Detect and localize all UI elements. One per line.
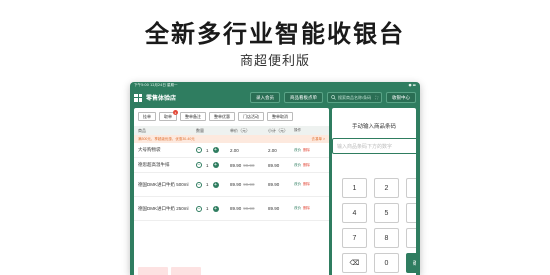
key-4[interactable]: 4 <box>342 203 367 223</box>
key-0[interactable]: 0 <box>374 253 399 273</box>
key-7[interactable]: 7 <box>342 228 367 248</box>
col-product: 商品 <box>138 127 146 133</box>
cart-table-header: 商品 数量 单价（元） 小计（元） 操作 <box>134 126 329 135</box>
item-subtotal: 89.90 <box>268 182 280 187</box>
key-1[interactable]: 1 <box>342 178 367 198</box>
pending-count-badge: 1 <box>173 110 178 115</box>
increase-button[interactable]: + <box>212 162 219 168</box>
numeric-keypad: 1 2 3 4 5 6 7 8 9 ⌫ 0 确定 <box>342 178 416 273</box>
delete-link[interactable]: 删除 <box>303 163 310 168</box>
item-orig-price: 99.90 <box>243 162 255 168</box>
order-note-button[interactable]: 整单备注 <box>180 112 206 121</box>
item-orig-price: 99.90 <box>243 182 255 187</box>
item-price: 2.00 <box>230 147 239 153</box>
item-qty: 1 <box>206 182 209 187</box>
key-5[interactable]: 5 <box>374 203 399 223</box>
cashier-center-button[interactable]: 收银中心 <box>386 92 416 103</box>
decrease-button[interactable]: − <box>196 147 202 153</box>
item-name: 大号购物袋 <box>138 147 161 152</box>
manual-entry-title: 手动输入商品条码 <box>351 124 396 130</box>
key-6[interactable]: 6 <box>406 203 416 223</box>
cancel-order-button[interactable]: 整单取消 <box>267 112 293 121</box>
item-qty: 1 <box>206 147 209 153</box>
item-price: 89.90 <box>230 162 242 168</box>
item-qty: 1 <box>206 206 209 211</box>
col-subtotal: 小计（元） <box>268 127 288 133</box>
item-price: 89.90 <box>230 206 242 211</box>
cart-row: 德国DMK进口牛奶 500ml −1 + 89.90 99.90 89.90 改价删… <box>134 173 329 197</box>
menu-grid-icon[interactable] <box>134 93 142 102</box>
col-price: 单价（元） <box>230 127 250 133</box>
status-icons: ● ▬ <box>408 83 416 87</box>
add-member-button[interactable]: 录入会员 <box>250 92 280 103</box>
promo-text: 满300元，享超级优惠，优惠30-40元 <box>138 136 195 141</box>
edit-price-link[interactable]: 改价 <box>294 206 301 211</box>
cart-row: 大号购物袋 −1 + 2.00 2.00 改价 删除 <box>134 143 329 158</box>
item-qty: 1 <box>206 162 209 168</box>
confirm-button[interactable]: 确定 <box>406 253 416 273</box>
app-bar: 零售体验店 录入会员 商品看板点单 搜索商品名称/条码 ⛶ 收银中心 <box>130 89 420 106</box>
item-name: 德国DMK进口牛奶 250ml <box>138 205 189 211</box>
item-subtotal: 89.90 <box>268 162 280 168</box>
col-ops: 操作 <box>294 128 301 132</box>
product-board-button[interactable]: 商品看板点单 <box>284 92 323 103</box>
barcode-input[interactable]: 输入商品条码下方的数字 <box>332 138 416 154</box>
increase-button[interactable]: + <box>212 147 219 153</box>
pos-device-screen: 下午5:00 12月24日 星期一 ● ▬ 零售体验店 录入会员 商品看板点单 … <box>130 82 420 275</box>
store-name: 零售体验店 <box>146 96 177 102</box>
col-qty: 数量 <box>196 127 204 133</box>
status-time: 下午5:00 12月24日 星期一 <box>134 83 178 87</box>
footer-button[interactable] <box>138 267 168 275</box>
cart-row: 德国DMK进口牛奶 250ml −1 + 89.90 99.90 89.90 改价删… <box>134 197 329 221</box>
delete-link[interactable]: 删除 <box>303 206 310 211</box>
backspace-icon[interactable]: ⌫ <box>342 253 367 273</box>
key-9[interactable]: 9 <box>406 228 416 248</box>
store-promo-button[interactable]: 门店活动 <box>238 112 264 121</box>
manual-entry-panel: 手动输入商品条码 输入商品条码下方的数字 1 2 3 4 5 6 7 8 9 ⌫… <box>332 108 416 275</box>
status-bar: 下午5:00 12月24日 星期一 ● ▬ <box>130 82 420 89</box>
promo-banner: 满300元，享超级优惠，优惠30-40元 去凑单 > <box>134 135 329 143</box>
retrieve-order-label: 取单 <box>164 113 172 119</box>
delete-link[interactable]: 删除 <box>303 148 310 153</box>
hold-order-button[interactable]: 挂单 <box>138 112 156 121</box>
key-3[interactable]: 3 <box>406 178 416 198</box>
item-name: 德国DMK进口牛奶 500ml <box>138 181 189 187</box>
increase-button[interactable]: + <box>212 181 219 188</box>
search-icon <box>331 95 336 100</box>
product-search-input[interactable]: 搜索商品名称/条码 ⛶ <box>327 92 382 103</box>
item-subtotal: 89.90 <box>268 206 280 211</box>
order-discount-button[interactable]: 整单优惠 <box>209 112 235 121</box>
key-8[interactable]: 8 <box>374 228 399 248</box>
increase-button[interactable]: + <box>212 205 219 212</box>
footer-button[interactable] <box>171 267 201 275</box>
edit-price-link[interactable]: 改价 <box>294 148 301 153</box>
retrieve-order-button[interactable]: 取单 1 <box>159 110 178 121</box>
decrease-button[interactable]: − <box>196 162 202 168</box>
search-placeholder: 搜索商品名称/条码 <box>338 94 372 100</box>
cart-panel: 挂单 取单 1 整单备注 整单优惠 门店活动 整单取消 商品 数量 单价（元） … <box>134 108 329 275</box>
decrease-button[interactable]: − <box>196 205 202 212</box>
decrease-button[interactable]: − <box>196 181 202 188</box>
subhead: 商超便利版 <box>239 53 310 68</box>
edit-price-link[interactable]: 改价 <box>294 182 301 187</box>
headline: 全新多行业智能收银台 <box>145 21 405 48</box>
cart-footer <box>138 267 201 275</box>
item-name: 德思超高温牛排 <box>138 162 170 167</box>
delete-link[interactable]: 删除 <box>303 182 310 187</box>
promo-link[interactable]: 去凑单 > <box>311 137 325 142</box>
item-orig-price: 99.90 <box>243 206 255 211</box>
item-subtotal: 2.00 <box>268 147 277 153</box>
cart-row: 德思超高温牛排 −1 + 89.90 99.90 89.90 改价 删除 <box>134 158 329 173</box>
edit-price-link[interactable]: 改价 <box>294 163 301 168</box>
item-price: 89.90 <box>230 182 242 187</box>
key-2[interactable]: 2 <box>374 178 399 198</box>
scan-icon[interactable]: ⛶ <box>375 95 378 100</box>
cart-toolbar: 挂单 取单 1 整单备注 整单优惠 门店活动 整单取消 <box>134 108 329 123</box>
